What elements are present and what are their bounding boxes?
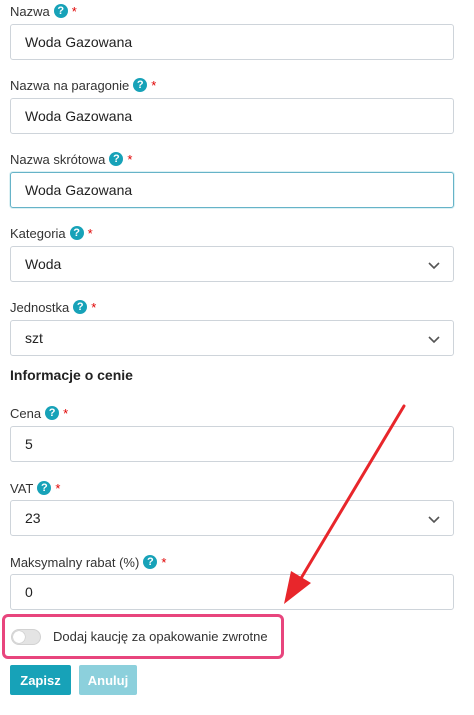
- jednostka-value: szt: [25, 330, 43, 346]
- nazwa-input[interactable]: Woda Gazowana: [10, 24, 454, 60]
- help-icon[interactable]: ?: [133, 78, 148, 92]
- rabat-label-text: Maksymalny rabat (%): [10, 554, 140, 570]
- save-button[interactable]: Zapisz: [10, 665, 71, 695]
- jednostka-label: Jednostka ? *: [10, 297, 96, 317]
- nazwa-label-text: Nazwa: [10, 3, 50, 19]
- chevron-down-icon: [428, 516, 440, 524]
- deposit-toggle-highlight: Dodaj kaucję za opakowanie zwrotne: [2, 614, 284, 659]
- nazwa-skrot-input[interactable]: Woda Gazowana: [10, 172, 454, 208]
- required-mark: *: [127, 151, 133, 167]
- rabat-value: 0: [25, 584, 33, 600]
- vat-value: 23: [25, 510, 41, 526]
- nazwa-label: Nazwa ? *: [10, 1, 77, 21]
- kategoria-label: Kategoria ? *: [10, 223, 93, 243]
- nazwa-skrot-label-text: Nazwa skrótowa: [10, 151, 106, 167]
- nazwa-paragon-input[interactable]: Woda Gazowana: [10, 98, 454, 134]
- help-icon[interactable]: ?: [37, 481, 52, 495]
- vat-label-text: VAT: [10, 480, 34, 496]
- required-mark: *: [151, 77, 157, 93]
- help-icon[interactable]: ?: [53, 4, 68, 18]
- kategoria-select[interactable]: Woda: [10, 246, 454, 282]
- product-form: Nazwa ? * Woda Gazowana Nazwa na paragon…: [0, 0, 474, 715]
- help-icon[interactable]: ?: [143, 555, 158, 569]
- toggle-knob: [13, 630, 25, 643]
- help-icon[interactable]: ?: [109, 152, 124, 166]
- jednostka-label-text: Jednostka: [10, 299, 70, 315]
- required-mark: *: [71, 3, 77, 19]
- help-icon[interactable]: ?: [45, 406, 60, 420]
- help-icon[interactable]: ?: [73, 300, 88, 314]
- vat-label: VAT ? *: [10, 478, 60, 498]
- cancel-button[interactable]: Anuluj: [79, 665, 137, 695]
- required-mark: *: [91, 299, 97, 315]
- kategoria-value: Woda: [25, 256, 62, 272]
- nazwa-value: Woda Gazowana: [25, 34, 133, 50]
- required-mark: *: [63, 405, 69, 421]
- deposit-toggle-switch[interactable]: [11, 628, 41, 645]
- rabat-input[interactable]: 0: [10, 574, 454, 610]
- required-mark: *: [87, 225, 93, 241]
- nazwa-paragon-label: Nazwa na paragonie ? *: [10, 75, 156, 95]
- chevron-down-icon: [428, 262, 440, 270]
- price-info-heading: Informacje o cenie: [10, 367, 133, 383]
- vat-select[interactable]: 23: [10, 500, 454, 536]
- kategoria-label-text: Kategoria: [10, 225, 66, 241]
- required-mark: *: [55, 480, 61, 496]
- chevron-down-icon: [428, 336, 440, 344]
- nazwa-paragon-value: Woda Gazowana: [25, 108, 133, 124]
- nazwa-skrot-value: Woda Gazowana: [25, 182, 133, 198]
- cena-label-text: Cena: [10, 405, 42, 421]
- nazwa-paragon-label-text: Nazwa na paragonie: [10, 77, 130, 93]
- cena-label: Cena ? *: [10, 403, 68, 423]
- required-mark: *: [161, 554, 167, 570]
- deposit-toggle-label[interactable]: Dodaj kaucję za opakowanie zwrotne: [53, 629, 268, 644]
- cena-input[interactable]: 5: [10, 426, 454, 462]
- help-icon[interactable]: ?: [69, 226, 84, 240]
- jednostka-select[interactable]: szt: [10, 320, 454, 356]
- rabat-label: Maksymalny rabat (%) ? *: [10, 552, 166, 572]
- nazwa-skrot-label: Nazwa skrótowa ? *: [10, 149, 132, 169]
- cena-value: 5: [25, 436, 33, 452]
